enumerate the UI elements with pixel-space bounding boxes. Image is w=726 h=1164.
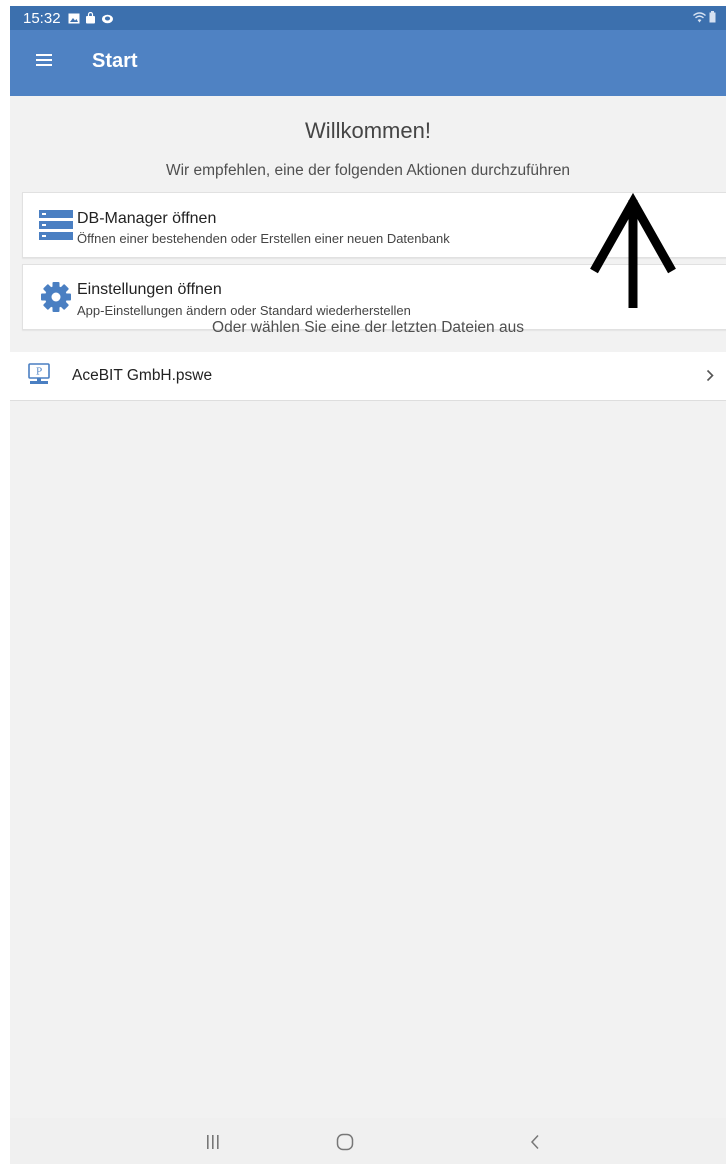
status-time: 15:32 [23, 9, 61, 27]
svg-text:P: P [36, 368, 42, 378]
recent-file-name: AceBIT GmbH.pswe [72, 367, 213, 384]
recents-icon[interactable] [206, 1134, 220, 1150]
wifi-icon [693, 11, 706, 22]
page-title: Start [92, 50, 138, 72]
recent-file-row[interactable]: P AceBIT GmbH.pswe [10, 352, 726, 401]
up-arrow-annotation-icon [590, 192, 676, 308]
status-notification-icons [68, 12, 114, 24]
hamburger-menu-icon[interactable] [36, 54, 52, 67]
battery-icon [709, 11, 716, 23]
home-icon[interactable] [336, 1133, 354, 1151]
welcome-subtitle: Wir empfehlen, eine der folgenden Aktion… [165, 162, 571, 179]
welcome-title: Willkommen! [305, 118, 431, 143]
gear-icon [41, 282, 71, 312]
database-icon [39, 210, 73, 240]
settings-title: Einstellungen öffnen [77, 281, 222, 298]
db-manager-description: Öffnen einer bestehenden oder Erstellen … [77, 231, 450, 246]
chevron-right-icon [706, 369, 714, 382]
recent-files-heading: Oder wählen Sie eine der letzten Dateien… [212, 319, 524, 336]
gallery-icon [68, 13, 80, 23]
pswe-file-icon: P [28, 363, 50, 384]
back-icon[interactable] [530, 1134, 540, 1150]
app-frame: 15:32 Start Willkommen! Wir empfehlen, e… [10, 6, 726, 1164]
status-bar: 15:32 [10, 6, 726, 30]
db-manager-title: DB-Manager öffnen [77, 210, 217, 227]
cloud-icon [101, 14, 113, 23]
status-system-icons [693, 11, 716, 23]
shopping-bag-icon [85, 12, 95, 24]
system-nav-bar [10, 1118, 726, 1164]
settings-description: App-Einstellungen ändern oder Standard w… [77, 303, 411, 318]
app-bar: Start [10, 30, 726, 96]
